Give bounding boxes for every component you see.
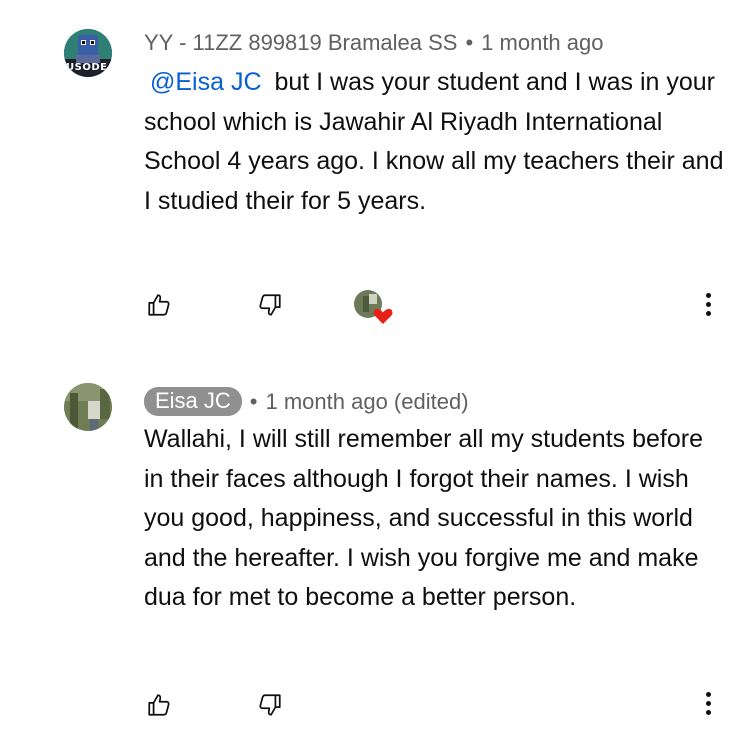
like-button[interactable] bbox=[146, 692, 172, 723]
mention-link[interactable]: @Eisa JC bbox=[150, 68, 262, 96]
author-chip[interactable]: Eisa JC bbox=[144, 387, 242, 416]
meta-separator: • bbox=[465, 30, 474, 55]
more-button[interactable] bbox=[705, 692, 711, 715]
thumbs-down-icon bbox=[259, 294, 281, 316]
avatar-text: USODE bbox=[66, 62, 108, 73]
avatar[interactable]: USODE bbox=[64, 29, 112, 77]
thumbs-down-icon bbox=[259, 694, 281, 716]
dislike-button[interactable] bbox=[257, 292, 283, 323]
comment-meta: YY - 11ZZ 899819 Bramalea SS • 1 month a… bbox=[144, 30, 603, 56]
meta-separator: • bbox=[249, 388, 258, 414]
like-button[interactable] bbox=[146, 292, 172, 323]
comment-time[interactable]: 1 month ago bbox=[481, 30, 603, 56]
comment-text: Wallahi, I will still remember all my st… bbox=[144, 425, 703, 611]
more-button[interactable] bbox=[705, 293, 711, 316]
more-vert-icon bbox=[705, 293, 711, 298]
dislike-button[interactable] bbox=[257, 692, 283, 723]
avatar-image bbox=[64, 383, 112, 431]
thumbs-up-icon bbox=[148, 694, 170, 716]
comment-meta: Eisa JC • 1 month ago (edited) bbox=[144, 387, 469, 416]
avatar[interactable] bbox=[64, 383, 112, 431]
comment-time[interactable]: 1 month ago (edited) bbox=[266, 389, 469, 415]
comment-text: @Eisa JC but I was your student and I wa… bbox=[144, 63, 724, 221]
more-vert-icon bbox=[705, 692, 711, 697]
author-name[interactable]: YY - 11ZZ 899819 Bramalea SS bbox=[144, 30, 457, 56]
creator-heart-icon bbox=[354, 290, 393, 324]
creator-heart[interactable] bbox=[353, 288, 395, 331]
thumbs-up-icon bbox=[148, 294, 170, 316]
